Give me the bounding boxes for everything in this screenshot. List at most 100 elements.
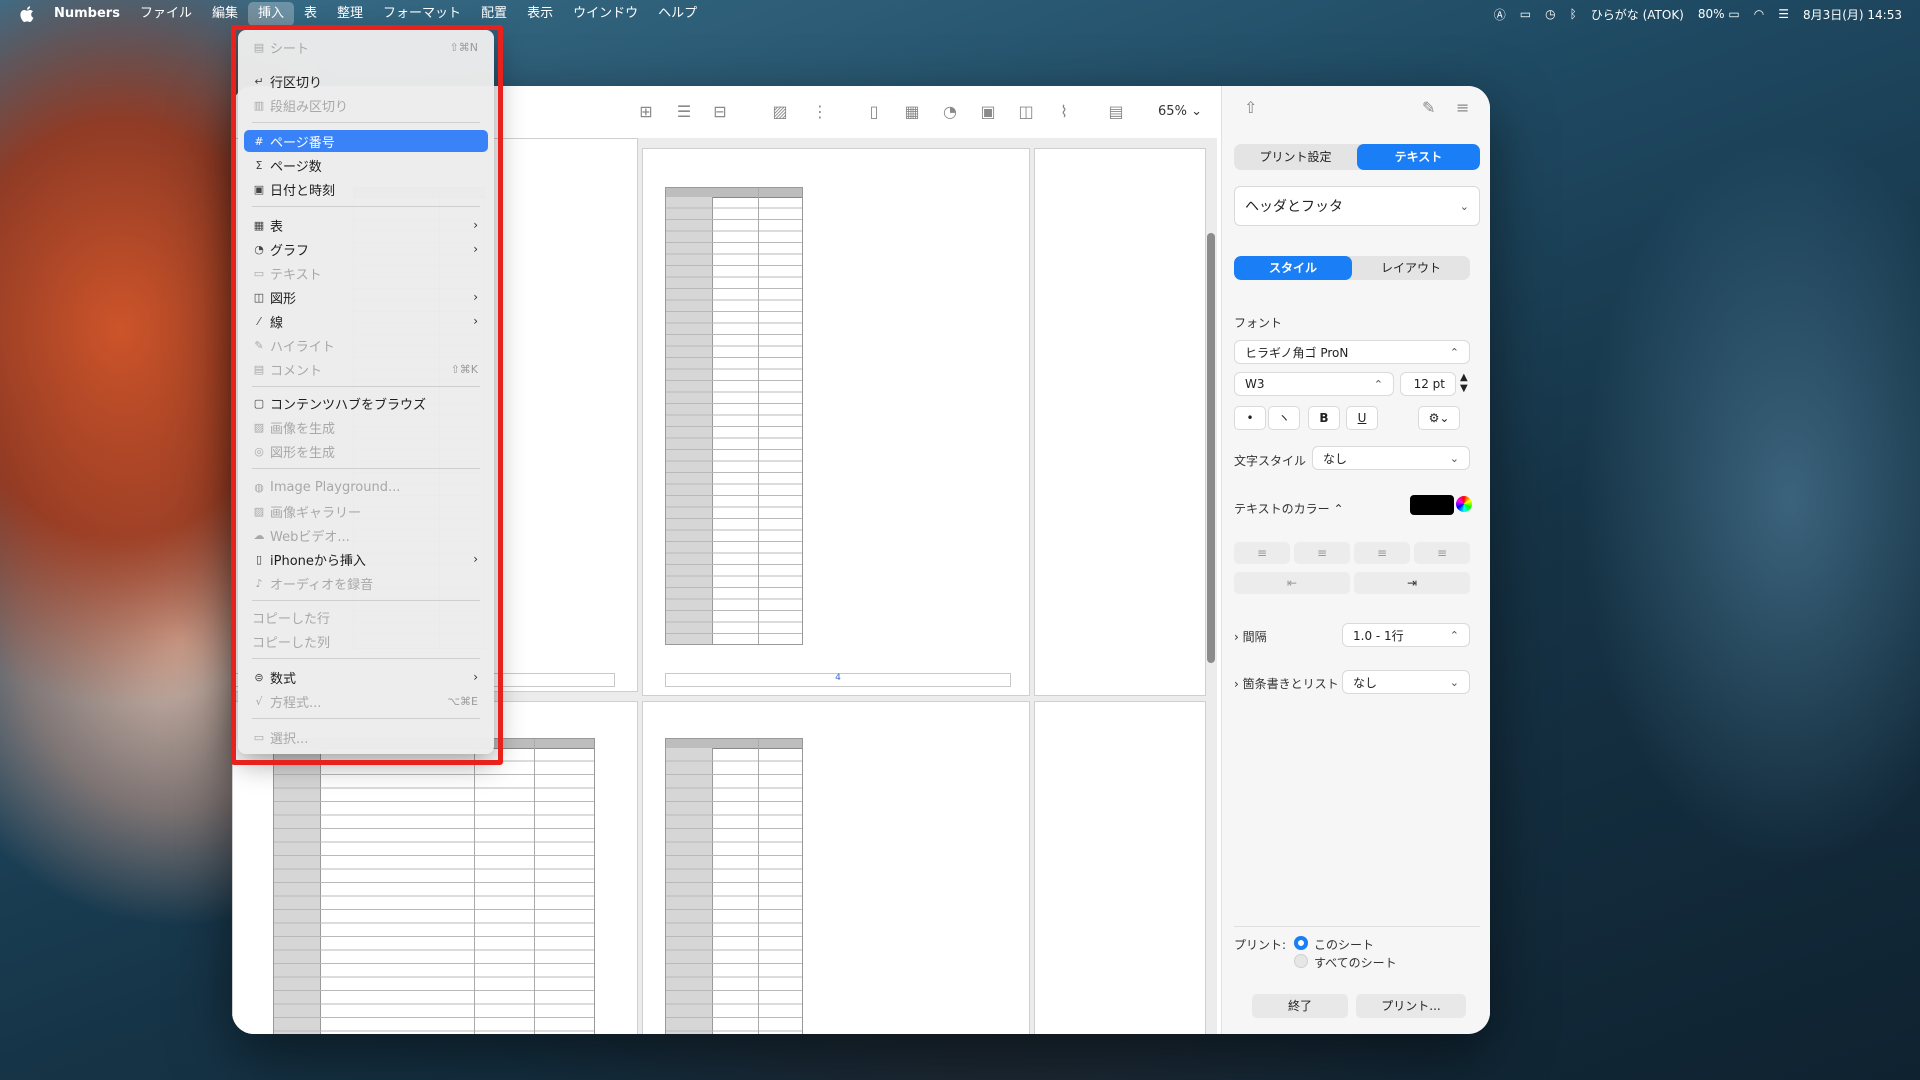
menu-arrange[interactable]: 配置 <box>471 2 517 26</box>
menu-window[interactable]: ウインドウ <box>563 2 648 26</box>
font-label: フォント <box>1234 316 1283 330</box>
wifi-icon[interactable]: ◠ <box>1754 7 1764 21</box>
decrease-indent-button[interactable]: ⇤ <box>1234 572 1350 594</box>
color-wheel-icon[interactable] <box>1456 496 1472 512</box>
battery-status[interactable]: 80% ▭ <box>1698 7 1740 21</box>
section-popup[interactable]: ヘッダとフッタ ⌄ <box>1234 186 1480 226</box>
list-icon[interactable]: ☰ <box>672 101 696 123</box>
table-add-icon[interactable]: ⊟ <box>708 101 732 123</box>
chevron-down-icon: ⌄ <box>1449 451 1459 465</box>
bluetooth-icon[interactable]: ᛒ <box>1570 7 1577 21</box>
font-weight-value: W3 <box>1245 377 1265 391</box>
menu-bar: Numbers ファイル 編集 挿入 表 整理 フォーマット 配置 表示 ウイン… <box>0 0 1920 28</box>
section-popup-value: ヘッダとフッタ <box>1245 199 1343 215</box>
font-size-stepper[interactable]: ▲ ▼ <box>1460 372 1468 394</box>
status-area: Ⓐ ▭ ◷ ᛒ ひらがな (ATOK) 80% ▭ ◠ ☰ 8月3日(月) 14… <box>1494 0 1902 28</box>
bullets-section[interactable]: › 箇条書きとリスト <box>1234 675 1339 692</box>
vertical-scrollbar[interactable] <box>1207 233 1215 663</box>
text-options-button[interactable]: ⚙︎⌄ <box>1418 406 1460 430</box>
indent-buttons: ⇤ ⇥ <box>1234 572 1470 594</box>
apple-icon[interactable] <box>16 2 38 26</box>
bold-button[interactable]: B <box>1308 406 1340 430</box>
shape-icon[interactable]: ◫ <box>1014 101 1038 123</box>
underline-button[interactable]: U <box>1346 406 1378 430</box>
done-button[interactable]: 終了 <box>1252 994 1348 1018</box>
text-color-label: テキストのカラー ⌃ <box>1234 502 1344 516</box>
highlight-annotation-box <box>231 25 503 765</box>
chevron-down-icon: ⌄ <box>1459 199 1469 213</box>
text-color-swatch[interactable] <box>1410 495 1454 515</box>
organize-icon[interactable]: ≡ <box>1456 98 1469 117</box>
menu-edit[interactable]: 編集 <box>202 2 248 26</box>
menu-insert[interactable]: 挿入 <box>247 2 294 26</box>
menu-table[interactable]: 表 <box>294 2 327 26</box>
alignment-buttons: ≡ ≡ ≡ ≡ <box>1234 542 1470 564</box>
page-3 <box>1034 148 1206 696</box>
add-sheet-icon[interactable]: ⊞ <box>634 101 658 123</box>
menu-view[interactable]: 表示 <box>517 2 563 26</box>
align-center-button[interactable]: ≡ <box>1294 542 1350 564</box>
bullets-popup[interactable]: なし ⌄ <box>1342 670 1470 694</box>
tab-layout[interactable]: レイアウト <box>1352 256 1470 280</box>
print-button[interactable]: プリント... <box>1356 994 1466 1018</box>
justify-button[interactable]: ≡ <box>1414 542 1470 564</box>
text-icon[interactable]: ▣ <box>976 101 1000 123</box>
spacing-value: 1.0 - 1行 <box>1353 628 1404 643</box>
menu-file[interactable]: ファイル <box>130 2 202 26</box>
menu-format[interactable]: フォーマット <box>373 2 471 26</box>
table <box>665 738 803 1034</box>
input-method-menu[interactable]: ひらがな (ATOK) <box>1591 6 1684 23</box>
char-style-label: 文字スタイル <box>1234 454 1307 468</box>
app-menu[interactable]: Numbers <box>44 2 130 26</box>
spacing-popup[interactable]: 1.0 - 1行 ⌃ <box>1342 623 1470 647</box>
format-brush-icon[interactable]: ✎ <box>1422 98 1435 117</box>
tab-print-settings[interactable]: プリント設定 <box>1234 144 1357 170</box>
align-left-button[interactable]: ≡ <box>1234 542 1290 564</box>
share-icon[interactable]: ⇧ <box>1244 98 1257 117</box>
updown-icon: ⌃ <box>1449 628 1459 642</box>
char-style-popup[interactable]: なし ⌄ <box>1312 446 1470 470</box>
display-icon[interactable]: ▭ <box>1520 7 1531 21</box>
bullet-button[interactable]: • <box>1234 406 1266 430</box>
menu-help[interactable]: ヘルプ <box>648 2 707 26</box>
attachment-icon[interactable]: ⌇ <box>1052 101 1076 123</box>
inspector-tabs: プリント設定 テキスト <box>1234 144 1480 170</box>
spacing-section[interactable]: › 間隔 <box>1234 628 1267 645</box>
align-right-button[interactable]: ≡ <box>1354 542 1410 564</box>
footer: 4 <box>665 673 1011 687</box>
page-6 <box>1034 701 1206 1034</box>
status-a-icon[interactable]: Ⓐ <box>1494 6 1506 23</box>
chart-icon[interactable]: ◔ <box>938 101 962 123</box>
format-inspector: ⇧ ✎ ≡ プリント設定 テキスト ヘッダとフッタ ⌄ スタイル レイアウト フォ… <box>1221 86 1490 1034</box>
comment-icon[interactable]: ▤ <box>1104 101 1128 123</box>
page-number: 4 <box>835 673 841 683</box>
font-size-value: 12 pt <box>1413 377 1445 391</box>
image-add-icon[interactable]: ▨ <box>768 101 792 123</box>
increase-indent-button[interactable]: ⇥ <box>1354 572 1470 594</box>
menu-organize[interactable]: 整理 <box>327 2 373 26</box>
tab-text[interactable]: テキスト <box>1357 144 1480 170</box>
font-size-field[interactable]: 12 pt <box>1400 372 1456 396</box>
font-weight-popup[interactable]: W3 ⌃ <box>1234 372 1394 396</box>
table <box>665 187 803 645</box>
grid-icon[interactable]: ⋮ <box>808 101 832 123</box>
font-name-value: ヒラギノ角ゴ ProN <box>1245 345 1349 360</box>
radio-all-sheets[interactable] <box>1294 954 1308 968</box>
time-machine-icon[interactable]: ◷ <box>1545 7 1555 21</box>
clock[interactable]: 8月3日(月) 14:53 <box>1803 6 1902 23</box>
battery-icon: ▭ <box>1728 7 1740 21</box>
radio-this-sheet[interactable] <box>1294 936 1308 950</box>
updown-icon: ⌃ <box>1373 377 1383 391</box>
vertical-text-button[interactable]: ヽ <box>1268 406 1300 430</box>
zoom-control[interactable]: 65% ⌄ <box>1154 100 1206 124</box>
table-icon[interactable]: ▦ <box>900 101 924 123</box>
divider <box>1234 926 1480 927</box>
delete-icon[interactable]: ▯ <box>862 101 886 123</box>
radio-this-sheet-label: このシート <box>1314 938 1375 952</box>
page-2: 4 <box>642 148 1030 696</box>
tab-style[interactable]: スタイル <box>1234 256 1352 280</box>
radio-all-sheets-label: すべてのシート <box>1314 956 1397 970</box>
font-name-popup[interactable]: ヒラギノ角ゴ ProN ⌃ <box>1234 340 1470 364</box>
control-center-icon[interactable]: ☰ <box>1778 7 1789 21</box>
updown-icon: ⌃ <box>1449 345 1459 359</box>
